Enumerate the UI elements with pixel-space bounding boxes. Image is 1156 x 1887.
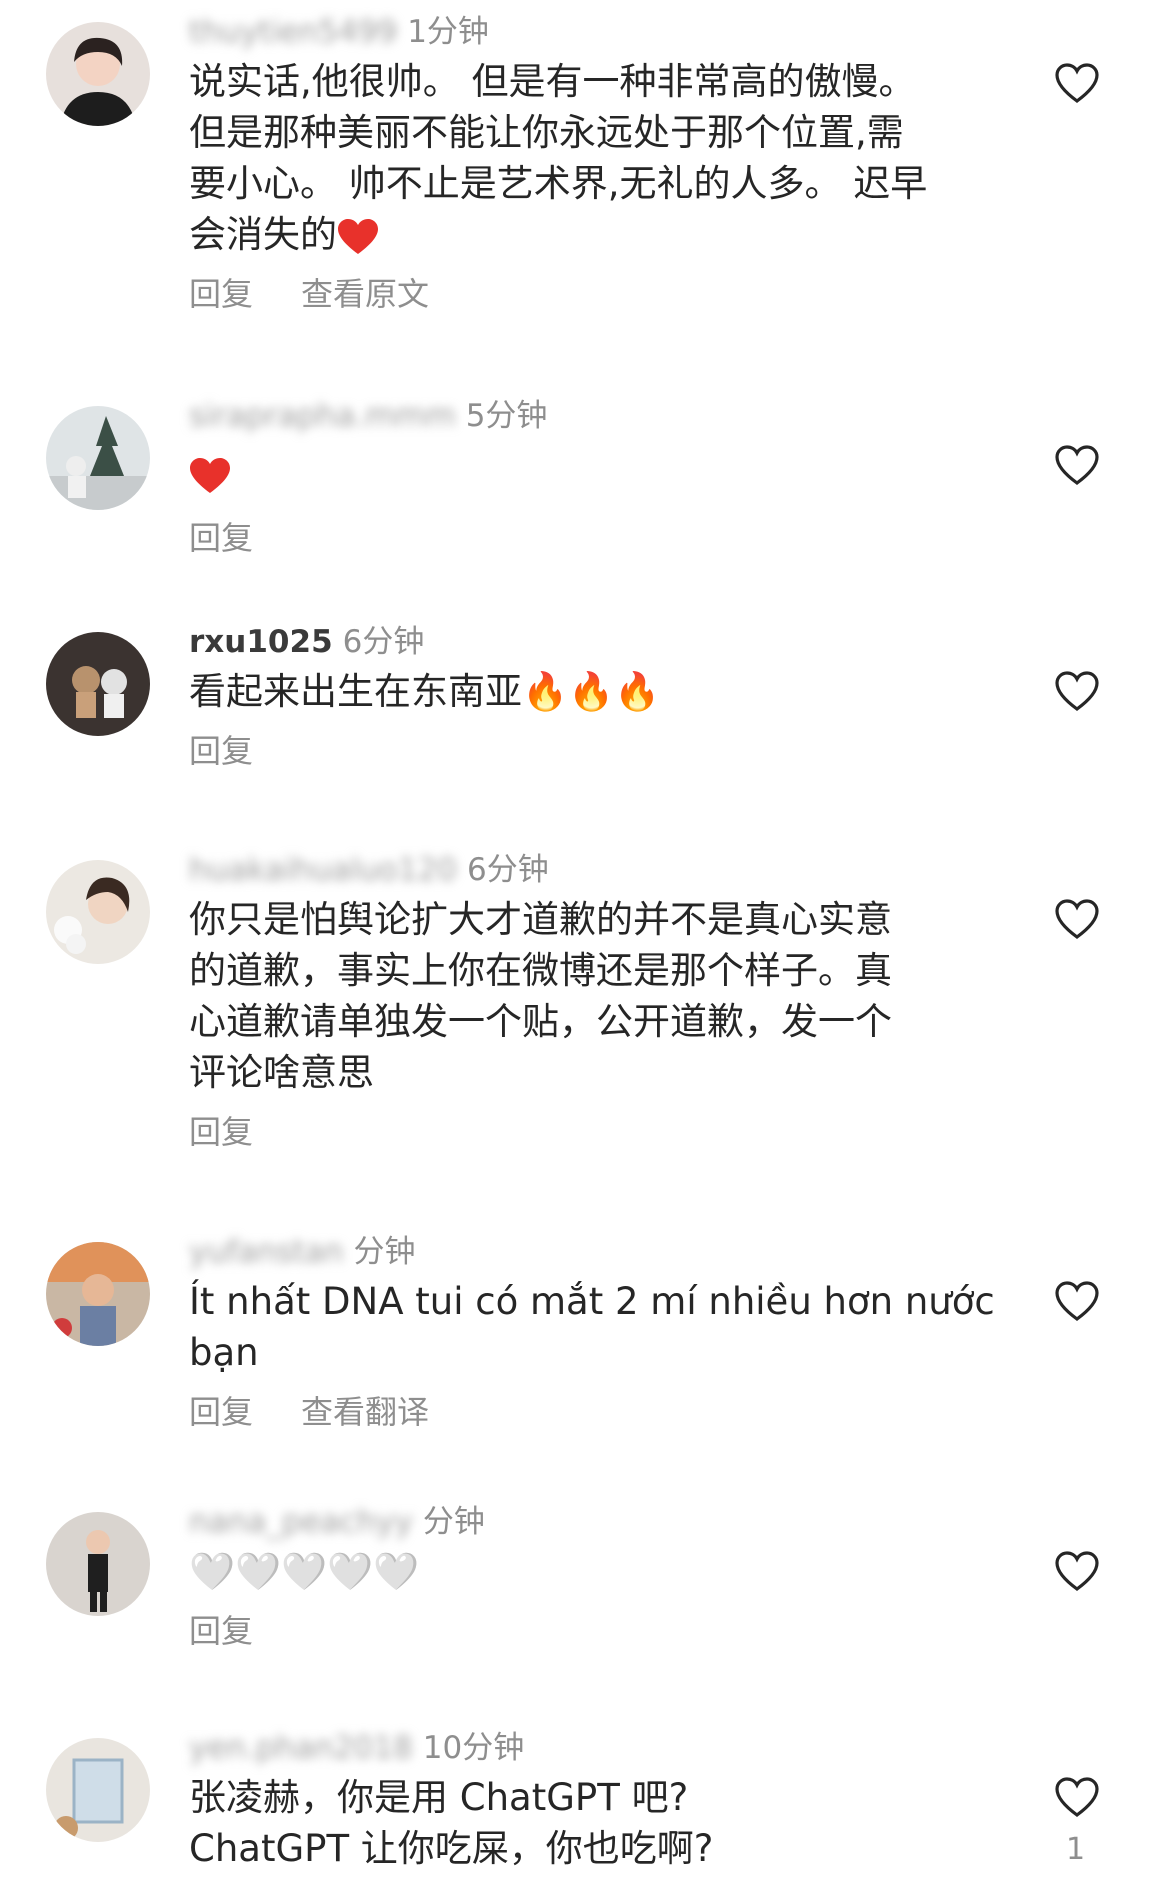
- reply-button[interactable]: 回复: [189, 1612, 253, 1650]
- comment-text: 看起来出生在东南亚🔥🔥🔥: [189, 670, 661, 713]
- comment-time: 分钟: [422, 1504, 485, 1540]
- like-count: 1: [1066, 1832, 1086, 1867]
- comment-text: 说实话,他很帅。 但是有一种非常高的傲慢。 但是那种美丽不能让你永远处于那个位置…: [189, 56, 999, 260]
- comment-meta: siraprapha.mmm 5分钟: [189, 396, 999, 436]
- comment-text: 张凌赫，你是用 ChatGPT 吧? ChatGPT 让你吃屎，你也吃啊?: [189, 1776, 714, 1870]
- avatar[interactable]: [46, 1242, 150, 1346]
- comment-time: 1分钟: [407, 14, 489, 50]
- comment-actions: 回复: [189, 1112, 999, 1152]
- comment-meta: yen.phan2018 10分钟: [189, 1728, 999, 1768]
- see-original-button[interactable]: 查看原文: [301, 275, 429, 313]
- heart-outline-icon[interactable]: [1054, 1280, 1100, 1322]
- avatar[interactable]: [46, 1738, 150, 1842]
- red-heart-icon: [338, 218, 378, 254]
- comment-text-content: 说实话,他很帅。 但是有一种非常高的傲慢。 但是那种美丽不能让你永远处于那个位置…: [189, 60, 928, 256]
- comment-meta: rxu1025 6分钟: [189, 622, 999, 662]
- avatar[interactable]: [46, 406, 150, 510]
- avatar[interactable]: [46, 860, 150, 964]
- red-heart-icon: [190, 458, 230, 493]
- username[interactable]: thuytien5499: [189, 12, 397, 52]
- reply-button[interactable]: 回复: [189, 732, 253, 770]
- comment-actions: 回复 查看原文: [189, 274, 999, 314]
- username[interactable]: yen.phan2018: [189, 1728, 413, 1768]
- reply-button[interactable]: 回复: [189, 1113, 253, 1151]
- comment-actions: 回复 查看翻译: [189, 1392, 999, 1432]
- username[interactable]: nana_peachyy: [189, 1502, 413, 1542]
- comment-time: 6分钟: [342, 624, 425, 660]
- heart-outline-icon[interactable]: [1054, 1550, 1100, 1592]
- reply-button[interactable]: 回复: [189, 519, 253, 557]
- username[interactable]: huakaihualuo120: [189, 850, 457, 890]
- comment-meta: yufanstan 分钟: [189, 1232, 999, 1272]
- comment-actions: 回复: [189, 518, 999, 558]
- comment-meta: thuytien5499 1分钟: [189, 12, 999, 52]
- comment-time: 5分钟: [465, 398, 548, 434]
- username[interactable]: rxu1025: [189, 622, 333, 662]
- avatar[interactable]: [46, 1512, 150, 1616]
- heart-outline-icon[interactable]: [1054, 444, 1100, 486]
- avatar[interactable]: [46, 22, 150, 126]
- comment-actions: 回复: [189, 731, 999, 771]
- comment-meta: nana_peachyy 分钟: [189, 1502, 999, 1542]
- reply-button[interactable]: 回复: [189, 1393, 253, 1431]
- comment-meta: huakaihualuo120 6分钟: [189, 850, 999, 890]
- heart-outline-icon[interactable]: [1054, 62, 1100, 104]
- comment-text: 🤍🤍🤍🤍🤍: [189, 1550, 420, 1593]
- comment-emoji: [189, 448, 999, 504]
- username[interactable]: yufanstan: [189, 1232, 344, 1272]
- comment-text: 你只是怕舆论扩大才道歉的并不是真心实意 的道歉，事实上你在微博还是那个样子。真 …: [189, 898, 892, 1094]
- heart-outline-icon[interactable]: [1054, 898, 1100, 940]
- heart-outline-icon[interactable]: [1054, 670, 1100, 712]
- heart-outline-icon[interactable]: [1054, 1776, 1100, 1818]
- avatar[interactable]: [46, 632, 150, 736]
- comment-time: 分钟: [353, 1234, 416, 1270]
- comment-text: Ít nhất DNA tui có mắt 2 mí nhiều hơn nư…: [189, 1280, 995, 1374]
- comment-actions: 回复: [189, 1611, 999, 1651]
- comment-time: 10分钟: [422, 1730, 525, 1766]
- reply-button[interactable]: 回复: [189, 275, 253, 313]
- comment-time: 6分钟: [467, 852, 549, 888]
- see-translation-button[interactable]: 查看翻译: [301, 1393, 429, 1431]
- username[interactable]: siraprapha.mmm: [189, 396, 456, 436]
